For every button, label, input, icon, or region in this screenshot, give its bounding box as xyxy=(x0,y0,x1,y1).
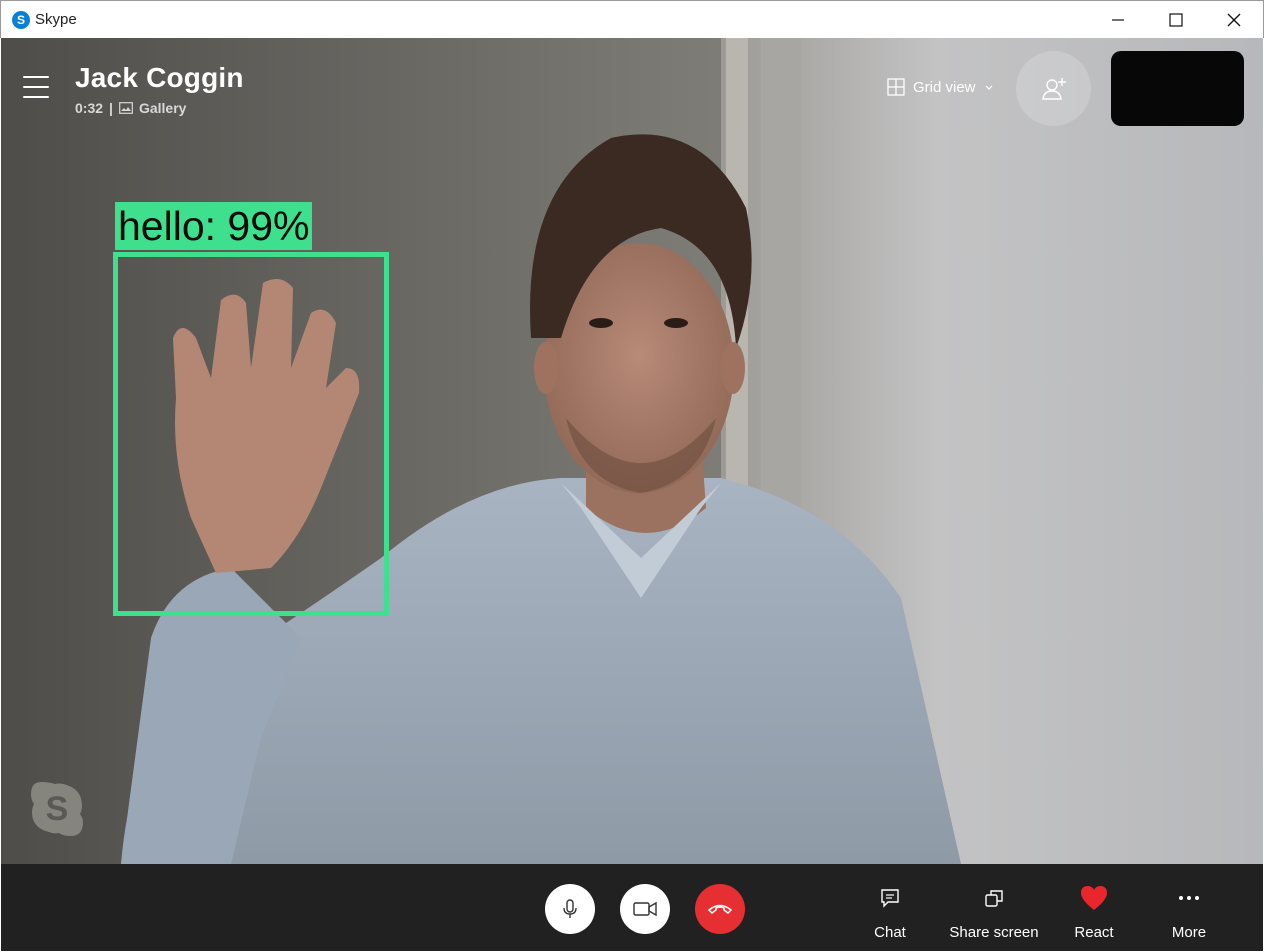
call-controls-bar: Chat Share screen React More xyxy=(1,864,1263,951)
call-meta: 0:32 | Gallery xyxy=(75,100,186,116)
grid-view-dropdown[interactable]: Grid view xyxy=(887,78,994,96)
microphone-icon xyxy=(563,899,577,918)
svg-text:S: S xyxy=(46,790,69,828)
video-button[interactable] xyxy=(620,884,670,934)
more-label: More xyxy=(1171,924,1207,941)
meta-separator: | xyxy=(109,100,113,116)
maximize-button[interactable] xyxy=(1147,1,1205,39)
minimize-button[interactable] xyxy=(1089,1,1147,39)
gallery-icon xyxy=(119,102,133,114)
chat-label: Chat xyxy=(874,924,906,941)
more-button[interactable]: More xyxy=(1139,884,1239,941)
chat-icon xyxy=(881,889,899,908)
share-screen-icon xyxy=(985,890,1003,907)
window-title: Skype xyxy=(35,11,77,28)
call-duration: 0:32 xyxy=(75,100,104,116)
detection-bounding-box xyxy=(113,252,389,616)
react-button[interactable]: React xyxy=(1044,884,1144,941)
react-label: React xyxy=(1074,924,1114,941)
maximize-icon xyxy=(1169,13,1183,27)
share-screen-label: Share screen xyxy=(949,924,1039,941)
minimize-icon xyxy=(1112,19,1124,21)
video-stage: Jack Coggin 0:32 | Gallery Grid view hel… xyxy=(1,38,1263,864)
skype-logo-icon: S xyxy=(12,11,30,29)
detection-label: hello: 99% xyxy=(115,202,313,250)
grid-icon xyxy=(887,78,905,96)
end-call-button[interactable] xyxy=(695,884,745,934)
hamburger-icon-line xyxy=(23,96,49,98)
hamburger-icon-line xyxy=(23,86,49,88)
video-camera-icon xyxy=(633,901,657,917)
heart-icon xyxy=(1081,886,1107,910)
microphone-button[interactable] xyxy=(545,884,595,934)
hamburger-icon xyxy=(23,76,49,78)
grid-view-label: Grid view xyxy=(913,78,976,96)
close-button[interactable] xyxy=(1205,1,1263,39)
end-call-icon xyxy=(707,904,733,914)
more-icon xyxy=(1179,896,1199,900)
gallery-link[interactable]: Gallery xyxy=(139,100,186,116)
close-icon xyxy=(1227,13,1241,27)
share-screen-button[interactable]: Share screen xyxy=(944,884,1044,941)
contact-name: Jack Coggin xyxy=(75,62,244,93)
add-participant-button[interactable] xyxy=(1016,51,1091,126)
self-video-preview[interactable] xyxy=(1111,51,1244,126)
chat-button[interactable]: Chat xyxy=(840,884,940,941)
skype-watermark-icon: S xyxy=(31,782,83,836)
title-bar: S Skype xyxy=(0,0,1264,38)
hamburger-menu-button[interactable] xyxy=(21,74,51,100)
add-person-icon xyxy=(1041,77,1066,100)
chevron-down-icon xyxy=(985,85,992,90)
